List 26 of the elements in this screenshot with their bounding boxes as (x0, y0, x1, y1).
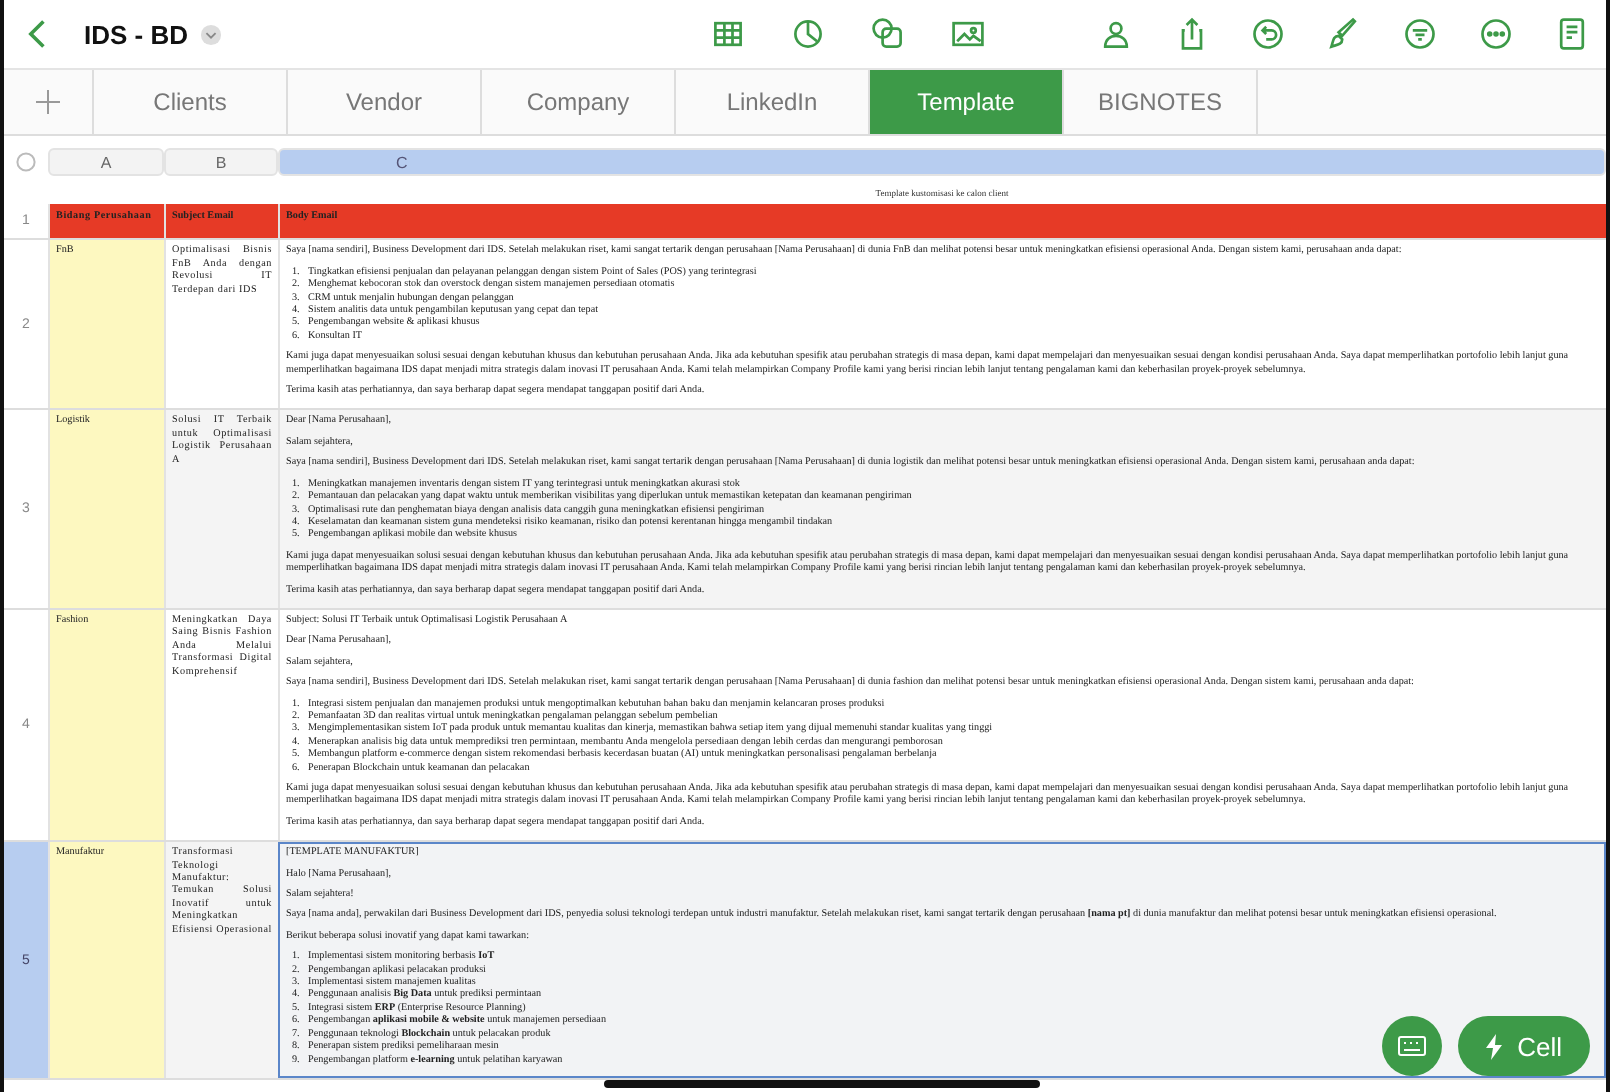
sheet-tab[interactable]: Template (870, 70, 1064, 134)
format-icon[interactable] (1402, 16, 1438, 52)
chart-icon[interactable] (790, 16, 826, 52)
media-icon[interactable] (950, 16, 986, 52)
document-title[interactable]: IDS - BD (84, 19, 188, 49)
undo-icon[interactable] (1250, 16, 1286, 52)
more-icon[interactable] (1478, 16, 1514, 52)
table-icon[interactable] (710, 16, 746, 52)
column-header[interactable]: A (48, 148, 164, 176)
sheet-tab[interactable]: Clients (94, 70, 288, 134)
brush-icon[interactable] (1326, 16, 1362, 52)
column-header[interactable]: C (278, 148, 1606, 176)
column-header[interactable]: B (164, 148, 278, 176)
shape-icon[interactable] (870, 16, 906, 52)
select-all-icon[interactable] (16, 152, 36, 172)
sheet-tab[interactable]: Vendor (288, 70, 482, 134)
cell-editor[interactable] (278, 842, 1606, 1078)
dropdown-icon[interactable] (200, 23, 222, 45)
document-icon[interactable] (1554, 16, 1590, 52)
add-sheet-icon[interactable] (36, 90, 60, 114)
sheet-tab[interactable]: Company (482, 70, 676, 134)
keyboard-icon (1397, 1036, 1426, 1056)
lightning-icon (1485, 1033, 1502, 1059)
collaborate-icon[interactable] (1098, 16, 1134, 52)
sheet-tab[interactable]: BIGNOTES (1064, 70, 1258, 134)
cell-button[interactable]: Cell (1457, 1016, 1590, 1076)
